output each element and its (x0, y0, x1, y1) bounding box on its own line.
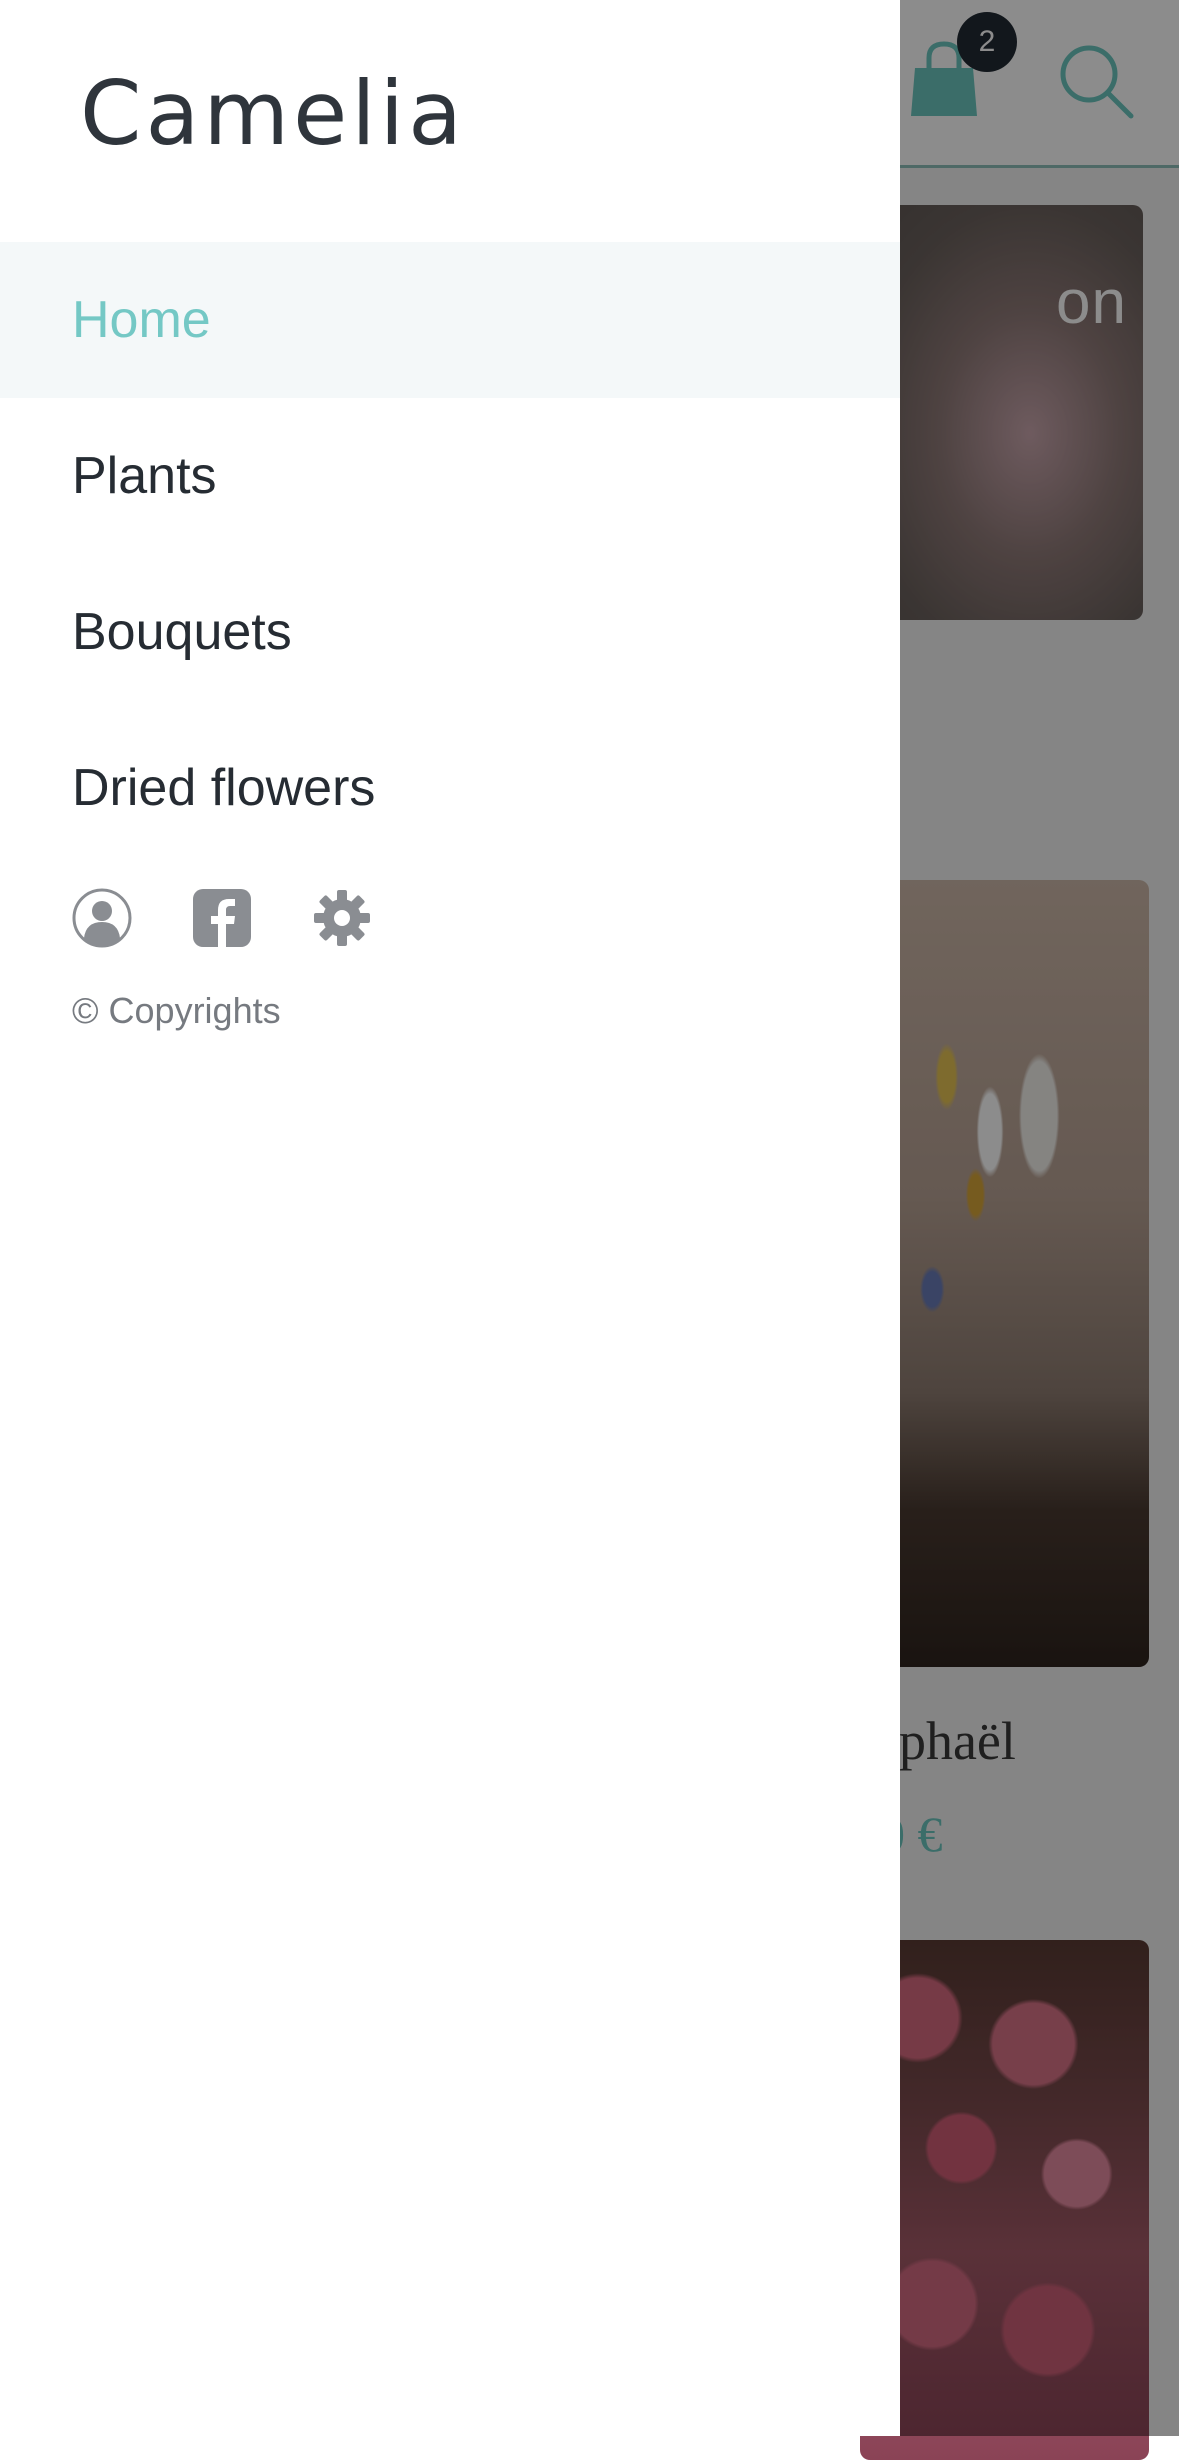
settings-icon[interactable] (312, 888, 372, 948)
copyright-text: © Copyrights (72, 990, 281, 1031)
facebook-icon[interactable] (192, 888, 252, 948)
drawer-icons (72, 888, 372, 948)
nav-item-plants[interactable]: Plants (0, 398, 900, 554)
nav-item-home[interactable]: Home (0, 242, 900, 398)
nav-item-bouquets[interactable]: Bouquets (0, 554, 900, 710)
profile-icon[interactable] (72, 888, 132, 948)
navigation-drawer: Camelia Home Plants Bouquets Dried flowe… (0, 0, 900, 2436)
nav-item-dried-flowers[interactable]: Dried flowers (0, 710, 900, 866)
brand-logo[interactable]: Camelia (80, 62, 466, 165)
drawer-nav: Home Plants Bouquets Dried flowers (0, 242, 900, 866)
